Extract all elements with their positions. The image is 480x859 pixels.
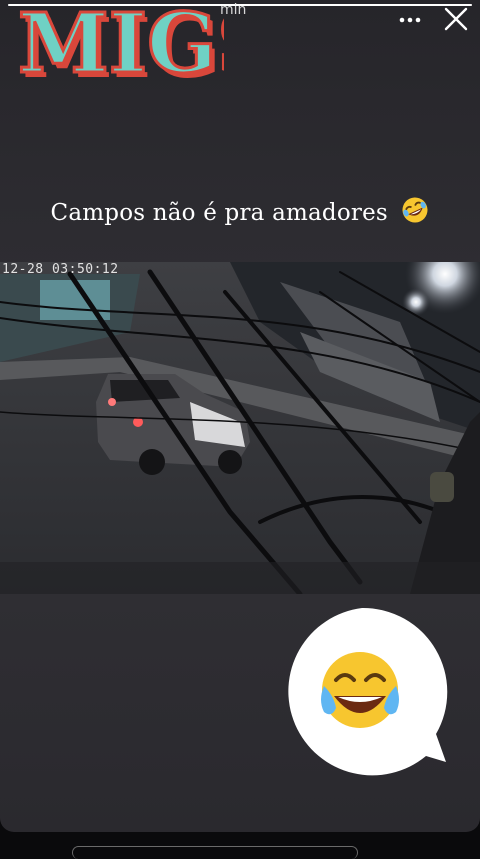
story-caption: Campos não é pra amadores [0,196,480,230]
speech-bubble-icon [288,607,448,776]
svg-text:MIGS: MIGS [18,0,224,80]
cctv-footage [0,262,480,594]
account-logo[interactable]: MIGS MIGS [14,0,225,80]
reply-bar[interactable] [72,846,358,859]
rolling-laughing-emoji-icon [401,196,429,230]
reaction-sticker[interactable] [276,606,448,776]
video-player[interactable]: 12-28 03:50:12 [0,262,480,594]
more-options-button[interactable] [395,5,425,35]
post-time: min [220,2,247,18]
story-view[interactable]: MIGS MIGS min Campos não é pra amadores [0,0,480,832]
caption-text: Campos não é pra amadores [50,200,388,226]
video-timestamp: 12-28 03:50:12 [2,262,119,277]
close-button[interactable] [440,3,472,35]
more-horizontal-icon [399,17,421,23]
close-icon [444,7,468,31]
